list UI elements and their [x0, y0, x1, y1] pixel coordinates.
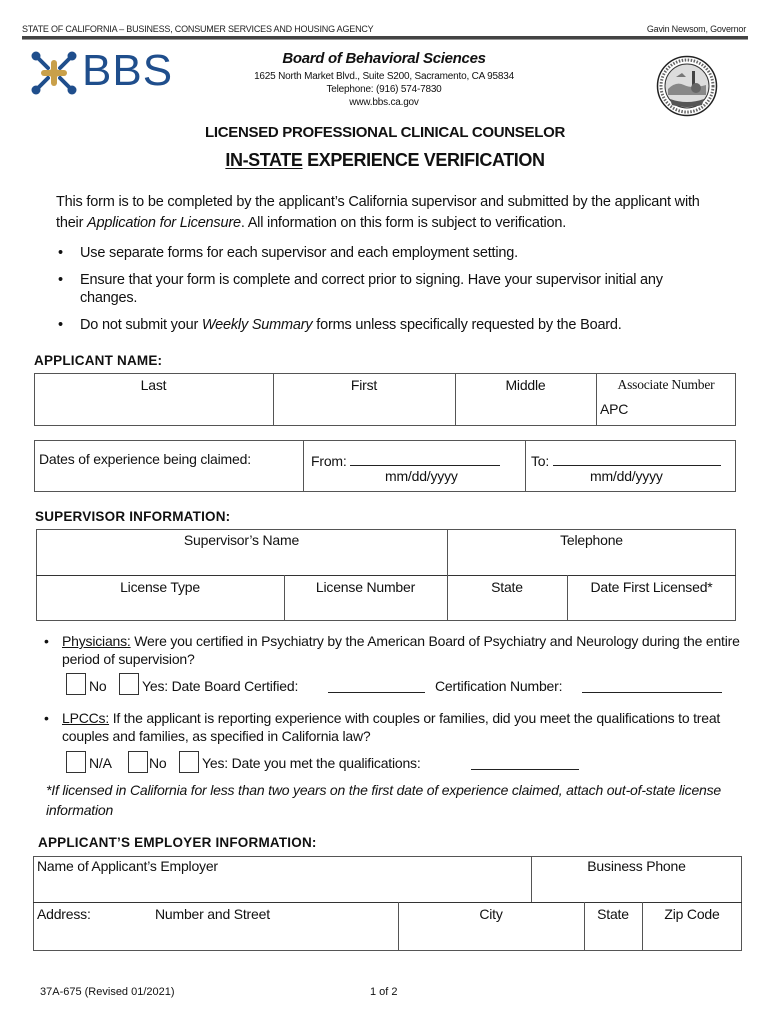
- license-number-field[interactable]: License Number: [284, 579, 447, 595]
- bullet-italic: Weekly Summary: [201, 317, 313, 333]
- lpccs-no-checkbox[interactable]: [128, 751, 148, 773]
- intro-paragraph: This form is to be completed by the appl…: [56, 192, 726, 234]
- footnote: *If licensed in California for less than…: [46, 782, 722, 818]
- supervisor-telephone-field[interactable]: Telephone: [447, 532, 736, 548]
- dates-label: Dates of experience being claimed:: [39, 451, 251, 467]
- to-date-format: mm/dd/yyyy: [590, 468, 663, 484]
- bullet-dot: •: [44, 633, 49, 649]
- board-telephone: Telephone: (916) 574-7830: [326, 84, 442, 95]
- associate-number-label: Associate Number: [617, 377, 715, 392]
- bullet-item: Use separate forms for each supervisor a…: [80, 245, 518, 261]
- lpccs-question-text: If the applicant is reporting experience…: [62, 710, 721, 744]
- header-rule-thin: [22, 39, 748, 40]
- bbs-logo-mark-icon: [31, 51, 77, 95]
- from-date-field[interactable]: From:: [311, 451, 501, 469]
- bullet-item: Do not submit your Weekly Summary forms …: [80, 316, 730, 334]
- lpccs-yes-label: Yes: Date you met the qualifications:: [202, 755, 421, 771]
- employer-heading: APPLICANT’S EMPLOYER INFORMATION:: [38, 835, 317, 850]
- intro-italic: Application for Licensure: [87, 215, 241, 231]
- street-field[interactable]: Number and Street: [155, 906, 270, 922]
- lpccs-label: LPCCs:: [62, 710, 110, 726]
- last-name-field[interactable]: Last: [34, 377, 273, 393]
- physicians-yes-label: Yes: Date Board Certified:: [142, 678, 299, 694]
- form-number: 37A-675 (Revised 01/2021): [40, 986, 175, 998]
- supervisor-state-field[interactable]: State: [447, 579, 567, 595]
- date-first-licensed-field[interactable]: Date First Licensed*: [567, 579, 736, 595]
- physicians-no-checkbox[interactable]: [66, 673, 86, 695]
- employer-name-field[interactable]: Name of Applicant’s Employer: [37, 858, 218, 874]
- lpccs-question: LPCCs: If the applicant is reporting exp…: [62, 709, 722, 745]
- divider: [303, 440, 304, 492]
- bullet-dot: •: [58, 317, 63, 333]
- intro-text-2: . All information on this form is subjec…: [240, 215, 567, 231]
- bullet-dot: •: [58, 272, 63, 288]
- lpccs-na-label: N/A: [89, 755, 112, 771]
- bbs-logo: BBS: [30, 46, 190, 96]
- lpccs-no-label: No: [149, 755, 167, 771]
- board-name: Board of Behavioral Sciences: [282, 50, 486, 67]
- business-phone-field[interactable]: Business Phone: [531, 858, 742, 874]
- to-label: To:: [531, 453, 550, 469]
- certification-number-label: Certification Number:: [435, 678, 563, 694]
- from-date-format: mm/dd/yyyy: [385, 468, 458, 484]
- first-name-field[interactable]: First: [273, 377, 455, 393]
- from-date-line[interactable]: [350, 451, 501, 466]
- city-field[interactable]: City: [398, 906, 584, 922]
- license-type-field[interactable]: License Type: [36, 579, 284, 595]
- bullet-item: Ensure that your form is complete and co…: [80, 272, 663, 306]
- bullet-dot: •: [44, 710, 49, 726]
- divider: [33, 902, 742, 903]
- middle-name-field[interactable]: Middle: [455, 377, 596, 393]
- divider: [525, 440, 526, 492]
- lpccs-na-checkbox[interactable]: [66, 751, 86, 773]
- form-title-line2: IN-STATE EXPERIENCE VERIFICATION: [0, 150, 770, 171]
- to-date-field[interactable]: To:: [531, 451, 721, 469]
- bullet-dot: •: [58, 245, 63, 261]
- physicians-yes-checkbox[interactable]: [119, 673, 139, 695]
- physicians-label: Physicians:: [62, 633, 131, 649]
- lpccs-yes-checkbox[interactable]: [179, 751, 199, 773]
- employer-state-field[interactable]: State: [584, 906, 642, 922]
- address-label: Address:: [37, 906, 91, 922]
- agency-name: STATE OF CALIFORNIA – BUSINESS, CONSUMER…: [22, 24, 374, 34]
- certification-number-field[interactable]: [582, 678, 722, 693]
- physicians-no-label: No: [89, 678, 107, 694]
- governor-name: Gavin Newsom, Governor: [646, 24, 746, 34]
- physicians-question: Physicians: Were you certified in Psychi…: [62, 632, 742, 668]
- state-seal-icon: [656, 55, 718, 117]
- form-title-line1: LICENSED PROFESSIONAL CLINICAL COUNSELOR: [205, 124, 565, 141]
- logo-text: BBS: [82, 46, 174, 95]
- page-number: 1 of 2: [370, 986, 398, 998]
- associate-number-field[interactable]: APC: [600, 401, 628, 417]
- date-board-certified-field[interactable]: [328, 678, 425, 693]
- bullet-text-pre: Do not submit your: [80, 317, 202, 333]
- zip-code-field[interactable]: Zip Code: [642, 906, 742, 922]
- to-date-line[interactable]: [552, 451, 721, 466]
- board-website: www.bbs.ca.gov: [349, 97, 419, 108]
- from-label: From:: [311, 453, 347, 469]
- title-in-state: IN-STATE: [225, 150, 303, 170]
- divider: [36, 575, 736, 576]
- physicians-question-text: Were you certified in Psychiatry by the …: [62, 633, 740, 667]
- supervisor-heading: SUPERVISOR INFORMATION:: [35, 509, 231, 524]
- supervisor-name-field[interactable]: Supervisor’s Name: [36, 532, 447, 548]
- board-address: 1625 North Market Blvd., Suite S200, Sac…: [254, 71, 514, 82]
- date-met-qualifications-field[interactable]: [471, 755, 579, 770]
- title-rest: EXPERIENCE VERIFICATION: [302, 150, 545, 170]
- applicant-name-heading: APPLICANT NAME:: [34, 353, 163, 368]
- bullet-text-post: forms unless specifically requested by t…: [312, 317, 622, 333]
